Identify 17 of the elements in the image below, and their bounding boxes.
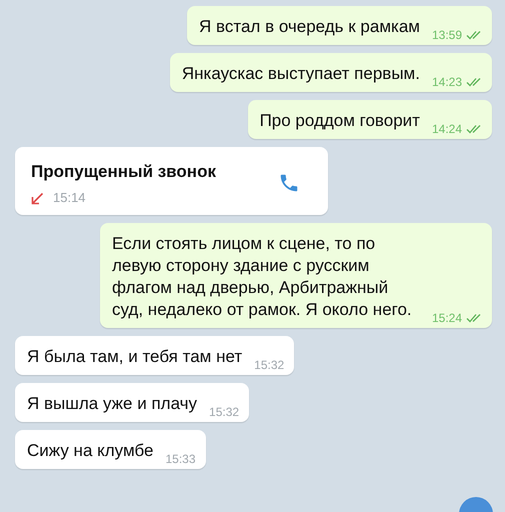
message-text: Янкаускас выступает первым. <box>182 63 420 85</box>
message-time: 15:33 <box>165 452 196 466</box>
message-text: Если стоять лицом к сцене, то по левую сторону здание с русским флагом над дверью, Арбитражный суд, недалеко от рамок. Я около него. <box>112 233 413 321</box>
call-time: 15:14 <box>53 191 86 205</box>
message-text: Я была там, и тебя там нет <box>27 346 242 368</box>
message-time: 14:23 <box>432 75 462 89</box>
message-text: Я встал в очередь к рамкам <box>199 16 420 38</box>
message-text: Сижу на клумбе <box>27 440 154 462</box>
message-time: 14:24 <box>432 122 462 136</box>
message-time: 15:32 <box>209 405 240 419</box>
message-time: 15:24 <box>432 311 462 325</box>
call-title: Пропущенный звонок <box>31 161 216 183</box>
message-text: Про роддом говорит <box>260 110 420 132</box>
message-time: 15:32 <box>254 358 284 372</box>
message-time: 13:59 <box>432 28 462 42</box>
message-text: Я вышла уже и плачу <box>27 393 198 415</box>
phone-icon[interactable] <box>278 172 300 194</box>
